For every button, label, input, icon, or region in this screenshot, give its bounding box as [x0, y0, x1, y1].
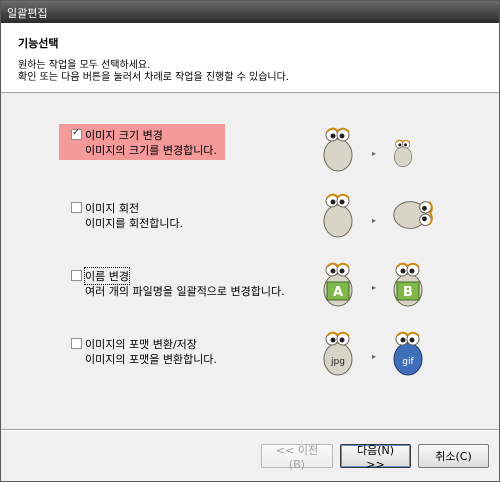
mascot-large-icon	[323, 127, 353, 172]
button-bar: << 이전(B) 다음(N) >> 취소(C)	[1, 431, 499, 481]
mascot-small-icon	[393, 139, 413, 168]
mascot-b-icon: B	[393, 262, 423, 307]
option-format-desc: 이미지의 포맷을 변환합니다.	[85, 353, 217, 366]
option-format-title: 이미지의 포맷 변환/저장	[85, 338, 197, 351]
mascot-gif-label: gif	[402, 357, 414, 367]
mascot-a-icon: A	[323, 262, 353, 307]
option-rotate-title: 이미지 회전	[85, 202, 140, 215]
mascot-a-label: A	[333, 285, 343, 300]
mascot-upright-icon	[323, 193, 353, 238]
option-rename-desc: 여러 개의 파일명을 일괄적으로 변경합니다.	[85, 285, 285, 298]
resize-checkbox[interactable]	[71, 127, 82, 140]
option-rename[interactable]: 이름 변경 여러 개의 파일명을 일괄적으로 변경합니다.	[59, 265, 285, 301]
mascot-jpg-label: jpg	[330, 357, 345, 367]
title-bar[interactable]: 일괄편집	[1, 1, 499, 23]
instruction-line-2: 확인 또는 다음 버튼을 눌러서 차례로 작업을 진행할 수 있습니다.	[18, 72, 289, 83]
option-resize[interactable]: 이미지 크기 변경 이미지의 크기를 변경합니다.	[59, 124, 225, 160]
resize-arrow-icon: ▸	[372, 149, 377, 158]
batch-edit-window: 일괄편집 기능선택 원하는 작업을 모두 선택하세요. 확인 또는 다음 버튼을…	[0, 0, 500, 482]
next-button[interactable]: 다음(N) >>	[340, 444, 411, 471]
prev-button[interactable]: << 이전(B)	[261, 444, 333, 471]
section-title: 기능선택	[18, 37, 59, 50]
header-panel: 기능선택 원하는 작업을 모두 선택하세요. 확인 또는 다음 버튼을 눌러서 …	[1, 23, 499, 93]
options-panel: 이미지 크기 변경 이미지의 크기를 변경합니다. 이미지 회전 이미지를 회전…	[1, 93, 499, 429]
option-rename-title: 이름 변경	[84, 267, 130, 285]
mascot-b-label: B	[403, 285, 413, 300]
format-checkbox[interactable]	[71, 338, 82, 349]
cancel-button[interactable]: 취소(C)	[418, 444, 489, 468]
mascot-gif-icon: gif	[393, 331, 423, 376]
option-resize-title: 이미지 크기 변경	[85, 129, 163, 142]
window-title: 일괄편집	[7, 7, 48, 20]
rename-arrow-icon: ▸	[372, 283, 377, 292]
option-rotate[interactable]: 이미지 회전 이미지를 회전합니다.	[59, 197, 225, 233]
mascot-jpg-icon: jpg	[323, 331, 353, 376]
option-format[interactable]: 이미지의 포맷 변환/저장 이미지의 포맷을 변환합니다.	[59, 333, 225, 369]
mascot-rotated-icon	[393, 200, 433, 229]
format-arrow-icon: ▸	[372, 352, 377, 361]
rotate-checkbox[interactable]	[71, 202, 82, 213]
option-resize-desc: 이미지의 크기를 변경합니다.	[85, 144, 217, 157]
rename-checkbox[interactable]	[71, 270, 82, 281]
rotate-arrow-icon: ▸	[372, 216, 377, 225]
option-rotate-desc: 이미지를 회전합니다.	[85, 217, 184, 230]
